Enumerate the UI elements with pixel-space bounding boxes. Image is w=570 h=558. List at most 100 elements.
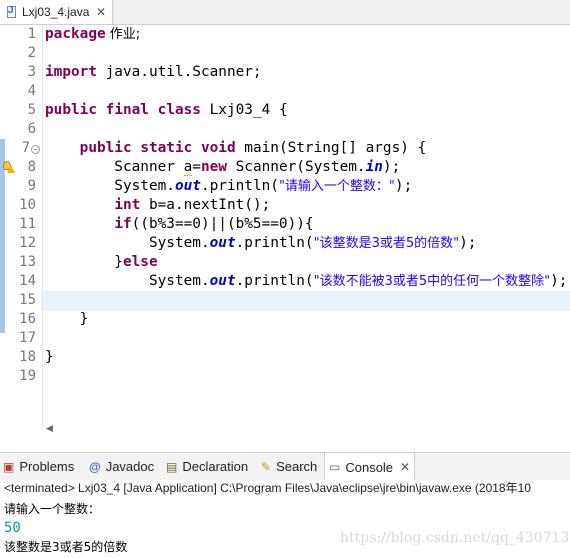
terminated-status: <terminated> Lxj03_4 [Java Application] …	[4, 481, 531, 495]
tab-search[interactable]: ✎ Search	[261, 453, 317, 480]
string-literal: "该整数是3或者5的倍数"	[313, 236, 460, 251]
close-tab-icon[interactable]: ✕	[400, 460, 410, 474]
keyword: package	[45, 26, 106, 42]
code-line[interactable]: }	[45, 310, 89, 329]
view-tab-bar: ▣ Problems @ Javadoc ▤ Declaration ✎ Sea…	[0, 452, 570, 481]
code-line[interactable]: if((b%3==0)||(b%5==0)){	[45, 215, 313, 234]
editor-horizontal-scrollbar[interactable]: ◀	[42, 423, 570, 437]
code-line[interactable]: import java.util.Scanner;	[45, 63, 262, 82]
line-number: 14	[19, 273, 36, 289]
static-field: in	[365, 159, 383, 175]
line-number: 12	[19, 235, 36, 251]
tab-label: Problems	[19, 459, 75, 474]
code-text: System.	[45, 178, 175, 194]
line-number: 16	[19, 311, 36, 327]
keyword: void	[200, 140, 236, 156]
code-text: System.	[45, 235, 210, 251]
editor-tab-label: Lxj03_4.java	[22, 5, 90, 19]
console-output[interactable]: <terminated> Lxj03_4 [Java Application] …	[0, 480, 570, 558]
code-text: main(String[] args) {	[235, 140, 427, 156]
code-text: .println(	[200, 178, 279, 194]
line-number: 9	[27, 178, 36, 194]
code-text: Scanner(System.	[226, 159, 366, 175]
tab-label: Declaration	[182, 459, 249, 474]
console-result: 该整数是3或者5的倍数	[4, 540, 128, 554]
unclosed-resource-warning[interactable]: a	[183, 159, 193, 176]
code-line[interactable]: public static void main(String[] args) {	[45, 139, 427, 158]
java-file-icon: J	[5, 5, 18, 19]
code-text: Lxj03_4 {	[200, 102, 288, 118]
code-line[interactable]: package 作业;	[45, 25, 140, 44]
tab-javadoc[interactable]: @ Javadoc	[89, 453, 154, 480]
code-editor[interactable]: − 1 2 3 4 5 6 7 8 9 10 11 12 13 14 15 16…	[0, 25, 570, 433]
line-number: 8	[27, 159, 36, 175]
line-number: 5	[27, 102, 36, 118]
code-text: );	[394, 178, 413, 194]
keyword: static	[140, 140, 193, 156]
code-text: .println(	[235, 273, 314, 289]
editor-tab-lxj03-4[interactable]: J Lxj03_4.java ✕	[0, 0, 113, 24]
code-text: );	[550, 273, 568, 289]
keyword: public	[79, 140, 132, 156]
line-number: 4	[27, 83, 36, 99]
current-line-highlight	[43, 291, 570, 311]
declaration-icon: ▤	[166, 459, 178, 474]
string-literal: "该数不能被3或者5中的任何一个数整除"	[313, 274, 551, 289]
line-number: 6	[27, 121, 36, 137]
code-line[interactable]: }else	[45, 253, 157, 272]
code-text: =	[192, 159, 201, 175]
editor-tab-bar: J Lxj03_4.java ✕	[0, 0, 570, 25]
fold-collapse-icon[interactable]: −	[31, 145, 40, 154]
code-text: .println(	[235, 235, 314, 251]
code-line[interactable]: int b=a.nextInt();	[45, 196, 270, 215]
line-number: 2	[27, 45, 36, 61]
line-number: 1	[27, 26, 36, 42]
console-prompt: 请输入一个整数：	[4, 502, 101, 516]
code-text: );	[382, 159, 401, 175]
static-field: out	[174, 178, 201, 194]
line-number: 18	[19, 349, 36, 365]
code-text: b=a.nextInt();	[140, 197, 271, 213]
line-number: 3	[27, 64, 36, 80]
keyword: if	[114, 216, 132, 232]
keyword: import	[45, 64, 97, 80]
code-line[interactable]: }	[45, 348, 54, 367]
tab-declaration[interactable]: ▤ Declaration	[166, 453, 248, 480]
line-number: 17	[19, 330, 36, 346]
tab-label: Javadoc	[105, 459, 155, 474]
code-text: }	[45, 254, 123, 270]
problems-icon: ▣	[3, 459, 15, 474]
keyword: final	[105, 102, 149, 118]
code-line[interactable]: public final class Lxj03_4 {	[45, 101, 288, 120]
keyword: public	[45, 102, 97, 118]
code-line[interactable]: System.out.println("该数不能被3或者5中的任何一个数整除")…	[45, 272, 568, 291]
code-line[interactable]: System.out.println("该整数是3或者5的倍数");	[45, 234, 477, 253]
static-field: out	[209, 273, 236, 289]
line-number: 10	[19, 197, 36, 213]
javadoc-icon: @	[89, 459, 101, 474]
search-icon: ✎	[261, 459, 272, 474]
code-line[interactable]: Scanner a=new Scanner(System.in);	[45, 158, 400, 177]
code-text: java.util.Scanner;	[96, 64, 262, 80]
scroll-left-arrow-icon[interactable]: ◀	[46, 423, 53, 434]
keyword: int	[114, 197, 141, 213]
string-literal: "请输入一个整数："	[278, 179, 395, 194]
tab-console[interactable]: ▭ Console ✕	[324, 453, 416, 481]
code-text: );	[459, 235, 477, 251]
tab-label: Search	[276, 459, 318, 474]
tab-label: Console	[345, 459, 394, 475]
tab-problems[interactable]: ▣ Problems	[3, 453, 74, 480]
watermark: https://blog.csdn.net/qq_43071303	[340, 530, 570, 546]
code-text: Scanner	[45, 159, 184, 175]
close-tab-icon[interactable]: ✕	[96, 5, 106, 19]
code-text: System.	[45, 273, 210, 289]
code-line[interactable]: System.out.println("请输入一个整数：");	[45, 177, 412, 196]
keyword: new	[200, 159, 227, 175]
code-text: 作业;	[105, 27, 141, 42]
